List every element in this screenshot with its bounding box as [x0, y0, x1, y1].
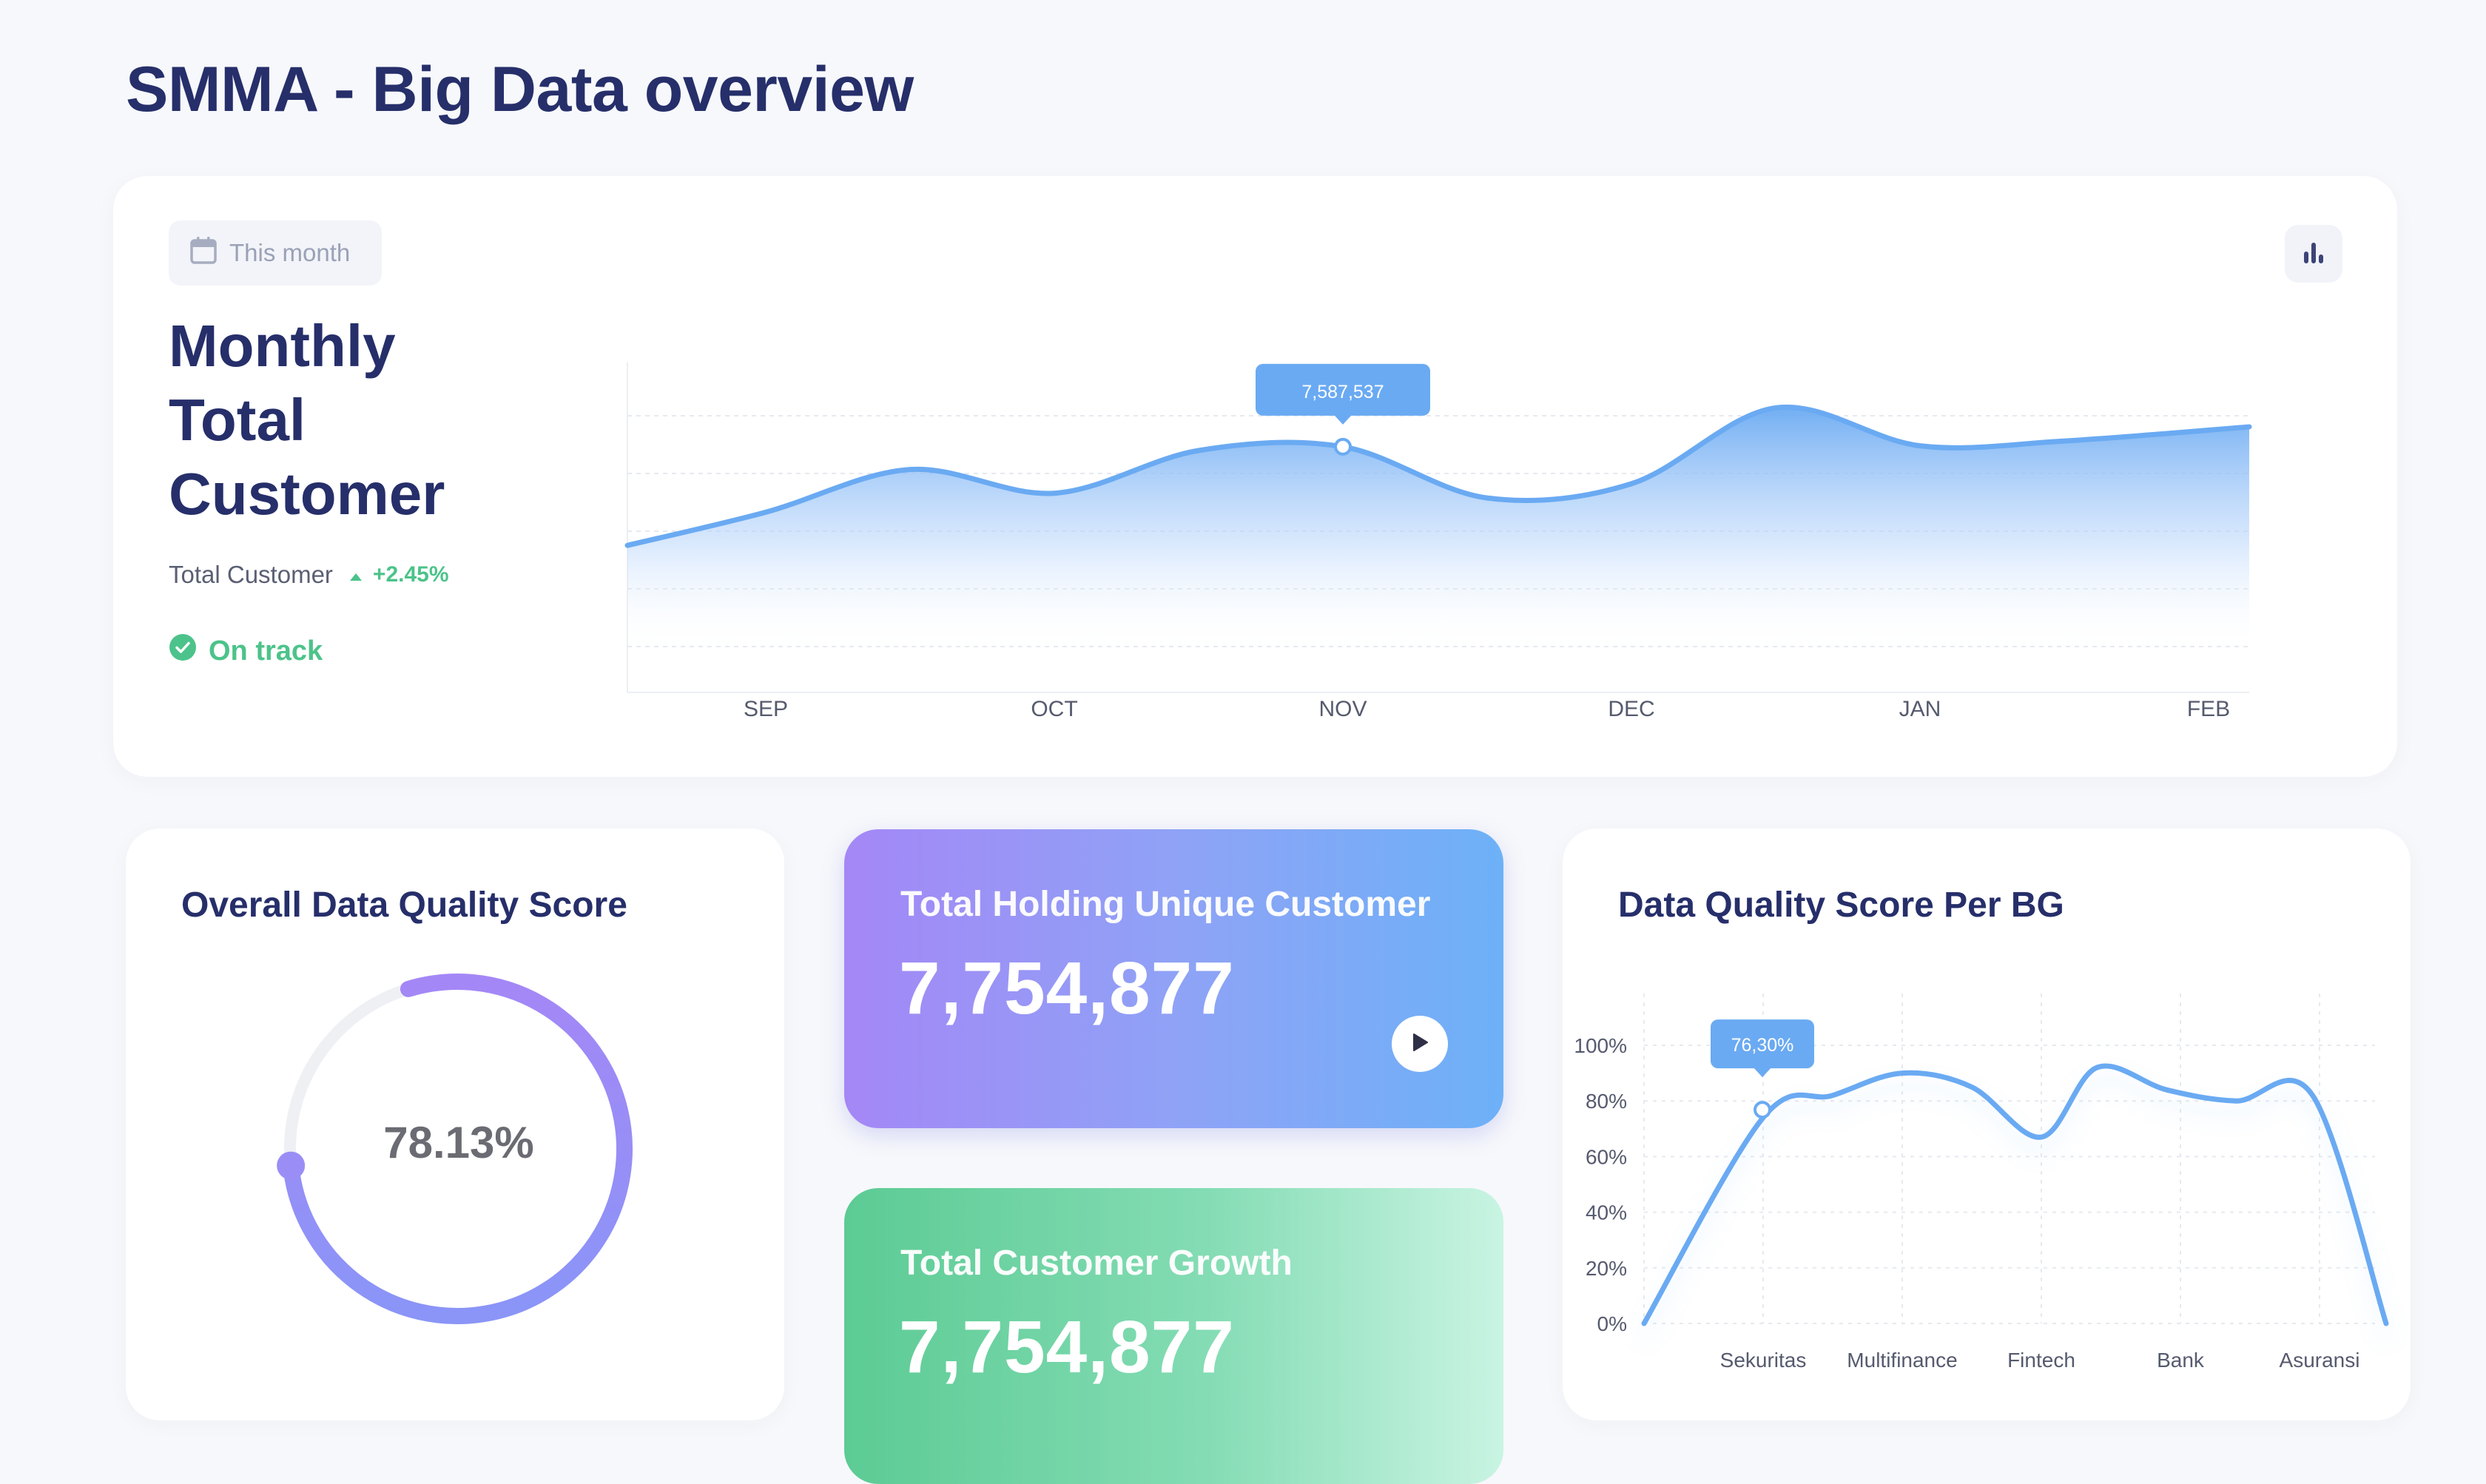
quality-percent: 78.13% [383, 1118, 534, 1167]
calendar-icon [189, 235, 218, 271]
quality-card-title: Overall Data Quality Score [181, 886, 627, 925]
growth-card-value: 7,754,877 [899, 1306, 1235, 1389]
monthly-title-line-1: Monthly [169, 313, 396, 379]
change-value: +2.45% [372, 562, 449, 587]
total-customer-label: Total Customer [169, 561, 333, 588]
bg-card-title: Data Quality Score Per BG [1618, 886, 2064, 925]
growth-card-title: Total Customer Growth [900, 1244, 1293, 1283]
period-selector[interactable]: This month [169, 220, 382, 286]
monthly-title-line-3: Customer [169, 461, 445, 527]
customer-growth-card: Total Customer Growth 7,754,877 [844, 1188, 1503, 1484]
bar-chart-icon [2301, 240, 2326, 269]
holding-card-title: Total Holding Unique Customer [900, 885, 1431, 924]
holding-card-value: 7,754,877 [899, 947, 1235, 1030]
status-badge: On track [169, 633, 323, 669]
triangle-up-icon [349, 562, 363, 587]
holding-customer-card: Total Holding Unique Customer 7,754,877 [844, 829, 1503, 1128]
period-label: This month [229, 239, 351, 266]
change-indicator: +2.45% [349, 562, 449, 587]
total-customer-row: Total Customer +2.45% [169, 561, 449, 589]
chart-toggle-button[interactable] [2285, 225, 2342, 283]
monthly-title-line-2: Total [169, 387, 306, 453]
monthly-title: Monthly Total Customer [169, 309, 465, 531]
check-circle-icon [169, 633, 197, 669]
page-title: SMMA - Big Data overview [126, 54, 914, 125]
play-icon [1410, 1032, 1429, 1056]
status-text: On track [209, 635, 323, 667]
play-button[interactable] [1392, 1016, 1448, 1072]
